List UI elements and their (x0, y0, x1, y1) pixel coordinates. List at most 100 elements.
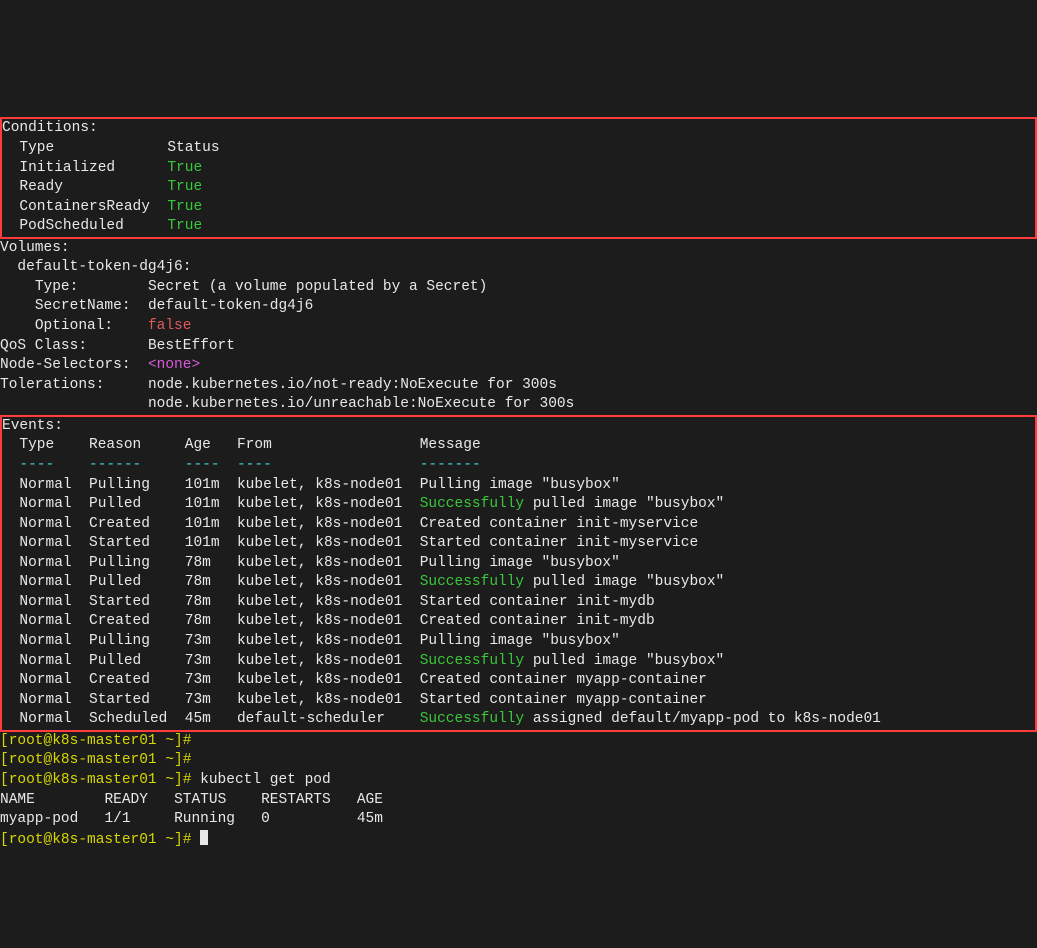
prompt-path: ~ (165, 733, 174, 749)
prompt-left-bracket: [ (0, 733, 9, 749)
prompt-path: ~ (165, 772, 174, 788)
event-type: Normal (19, 633, 89, 649)
event-from: kubelet, k8s-node01 (237, 555, 420, 571)
tolerations-value-1: node.kubernetes.io/not-ready:NoExecute f… (148, 377, 557, 393)
prompt-right-bracket: ] (174, 832, 183, 848)
event-type: Normal (19, 477, 89, 493)
prompt-left-bracket: [ (0, 752, 9, 768)
event-age: 78m (185, 574, 237, 590)
event-message: assigned default/myapp-pod to k8s-node01 (524, 711, 881, 727)
event-type: Normal (19, 574, 89, 590)
qos-value: BestEffort (148, 338, 235, 354)
event-from: kubelet, k8s-node01 (237, 535, 420, 551)
event-age: 45m (185, 711, 237, 727)
events-header: Events: (2, 418, 63, 434)
event-age: 78m (185, 555, 237, 571)
condition-type: Initialized (19, 160, 167, 176)
event-reason: Pulling (89, 633, 185, 649)
pod-row-restarts: 0 (261, 811, 270, 827)
event-message: pulled image "busybox" (524, 653, 724, 669)
event-age: 73m (185, 692, 237, 708)
pod-row-status: Running (174, 811, 235, 827)
event-reason: Scheduled (89, 711, 185, 727)
volume-optional-value: false (148, 318, 192, 334)
event-reason: Created (89, 516, 185, 532)
event-age: 101m (185, 496, 237, 512)
condition-status: True (167, 199, 202, 215)
event-success: Successfully (420, 574, 524, 590)
event-from: kubelet, k8s-node01 (237, 653, 420, 669)
event-type: Normal (19, 653, 89, 669)
event-reason: Pulled (89, 574, 185, 590)
events-dash: ------- (420, 457, 481, 473)
condition-type: Ready (19, 179, 167, 195)
event-reason: Created (89, 613, 185, 629)
event-age: 78m (185, 594, 237, 610)
volume-secret-label: SecretName: (35, 298, 131, 314)
volumes-header: Volumes: (0, 240, 70, 256)
conditions-box: Conditions: Type Status Initialized True… (0, 117, 1037, 238)
event-age: 101m (185, 477, 237, 493)
event-type: Normal (19, 711, 89, 727)
event-from: kubelet, k8s-node01 (237, 594, 420, 610)
event-from: kubelet, k8s-node01 (237, 574, 420, 590)
event-reason: Started (89, 535, 185, 551)
event-reason: Created (89, 672, 185, 688)
prompt-user: root@k8s-master01 (9, 772, 157, 788)
conditions-col-status: Status (167, 140, 219, 156)
condition-status: True (167, 179, 202, 195)
prompt-left-bracket: [ (0, 832, 9, 848)
event-success: Successfully (420, 653, 524, 669)
events-dash: ---- (185, 457, 220, 473)
events-col-type: Type (19, 437, 54, 453)
pod-header-ready: READY (104, 792, 148, 808)
event-age: 101m (185, 516, 237, 532)
event-message: Started container myapp-container (420, 692, 707, 708)
event-from: kubelet, k8s-node01 (237, 613, 420, 629)
prompt-left-bracket: [ (0, 772, 9, 788)
event-message: Pulling image "busybox" (420, 477, 620, 493)
events-dash: ------ (89, 457, 141, 473)
events-col-message: Message (420, 437, 481, 453)
pod-header-name: NAME (0, 792, 35, 808)
prompt-user: root@k8s-master01 (9, 832, 157, 848)
events-box: Events: Type Reason Age From Message ---… (0, 415, 1037, 732)
event-type: Normal (19, 516, 89, 532)
nodeselectors-label: Node-Selectors: (0, 357, 131, 373)
event-message: Pulling image "busybox" (420, 633, 620, 649)
pod-row-ready: 1/1 (104, 811, 130, 827)
events-col-reason: Reason (89, 437, 141, 453)
nodeselectors-value: <none> (148, 357, 200, 373)
event-type: Normal (19, 692, 89, 708)
event-age: 73m (185, 653, 237, 669)
event-age: 73m (185, 672, 237, 688)
tolerations-label: Tolerations: (0, 377, 104, 393)
event-from: kubelet, k8s-node01 (237, 496, 420, 512)
qos-label: QoS Class: (0, 338, 87, 354)
pod-row-age: 45m (357, 811, 383, 827)
event-from: kubelet, k8s-node01 (237, 633, 420, 649)
events-col-from: From (237, 437, 272, 453)
events-dash: ---- (237, 457, 272, 473)
event-age: 73m (185, 633, 237, 649)
command-input[interactable]: kubectl get pod (200, 772, 331, 788)
event-reason: Pulling (89, 555, 185, 571)
event-type: Normal (19, 535, 89, 551)
prompt-right-bracket: ] (174, 772, 183, 788)
event-message: Pulling image "busybox" (420, 555, 620, 571)
condition-type: PodScheduled (19, 218, 167, 234)
event-message: Started container init-mydb (420, 594, 655, 610)
prompt-path: ~ (165, 752, 174, 768)
pod-header-status: STATUS (174, 792, 226, 808)
prompt-hash: # (183, 733, 192, 749)
cursor-icon (200, 830, 208, 845)
events-col-age: Age (185, 437, 211, 453)
terminal-output: { "conditions": { "header": "Conditions:… (0, 20, 1037, 851)
volume-name: default-token-dg4j6: (17, 259, 191, 275)
event-type: Normal (19, 613, 89, 629)
event-from: kubelet, k8s-node01 (237, 516, 420, 532)
event-reason: Started (89, 594, 185, 610)
prompt-hash: # (183, 832, 192, 848)
event-type: Normal (19, 496, 89, 512)
prompt-path: ~ (165, 832, 174, 848)
